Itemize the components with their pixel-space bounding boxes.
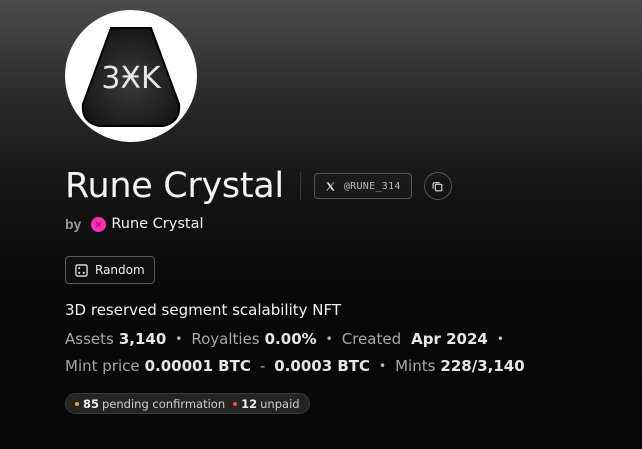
mint-status-badge: 85 pending confirmation 12 unpaid [65, 393, 310, 414]
collection-title: Rune Crystal [65, 166, 284, 206]
stats-separator: • [496, 332, 504, 346]
x-handle: @RUNE_314 [343, 180, 401, 192]
copy-button[interactable] [423, 172, 452, 200]
stats-row-1: Assets 3,140 • Royalties 0.00% • Created… [65, 330, 513, 348]
by-label: by [65, 216, 82, 232]
stats-row-2: Mint price 0.00001 BTC - 0.0003 BTC • Mi… [65, 357, 525, 375]
mint-price-label: Mint price [65, 357, 140, 375]
stats-separator: • [379, 359, 387, 373]
x-profile-link[interactable]: @RUNE_314 [313, 173, 412, 199]
creator-row: by Rune Crystal [65, 214, 204, 234]
creator-x-mark-icon [95, 221, 102, 227]
unpaid-count: 12 [241, 396, 258, 411]
assets-value: 3,140 [118, 330, 167, 348]
stats-separator: • [175, 332, 183, 346]
mint-price-max: 0.0003 BTC [274, 357, 371, 375]
pending-label: pending confirmation [102, 396, 226, 411]
mints-label: Mints [395, 357, 436, 375]
stats-separator: • [325, 332, 333, 346]
collection-avatar: 3ӾK [65, 10, 197, 142]
collection-description: 3D reserved segment scalability NFT [65, 301, 342, 319]
royalties-label: Royalties [191, 330, 260, 348]
range-separator: - [259, 357, 266, 375]
assets-label: Assets [65, 330, 114, 348]
x-logo-icon [326, 181, 335, 191]
unpaid-label: unpaid [260, 396, 300, 411]
unpaid-dot [233, 401, 238, 406]
svg-text:3ӾK: 3ӾK [101, 61, 162, 96]
creator-avatar [91, 216, 107, 232]
crystal-3x-logo: 3ӾK [81, 27, 181, 127]
mint-price-min: 0.00001 BTC [144, 357, 251, 375]
pending-dot [75, 401, 79, 406]
random-button[interactable]: Random [65, 256, 155, 284]
title-row: Rune Crystal @RUNE_314 [65, 166, 452, 206]
creator-name-link[interactable]: Rune Crystal [111, 216, 203, 232]
dice-icon [75, 263, 88, 277]
created-value: Apr 2024 [411, 330, 488, 348]
created-label: Created [341, 330, 402, 348]
pending-count: 85 [83, 396, 100, 411]
copy-icon [432, 181, 443, 191]
mints-value: 228/3,140 [440, 357, 525, 375]
royalties-value: 0.00% [264, 330, 317, 348]
random-button-label: Random [95, 263, 145, 277]
title-divider [299, 172, 301, 200]
